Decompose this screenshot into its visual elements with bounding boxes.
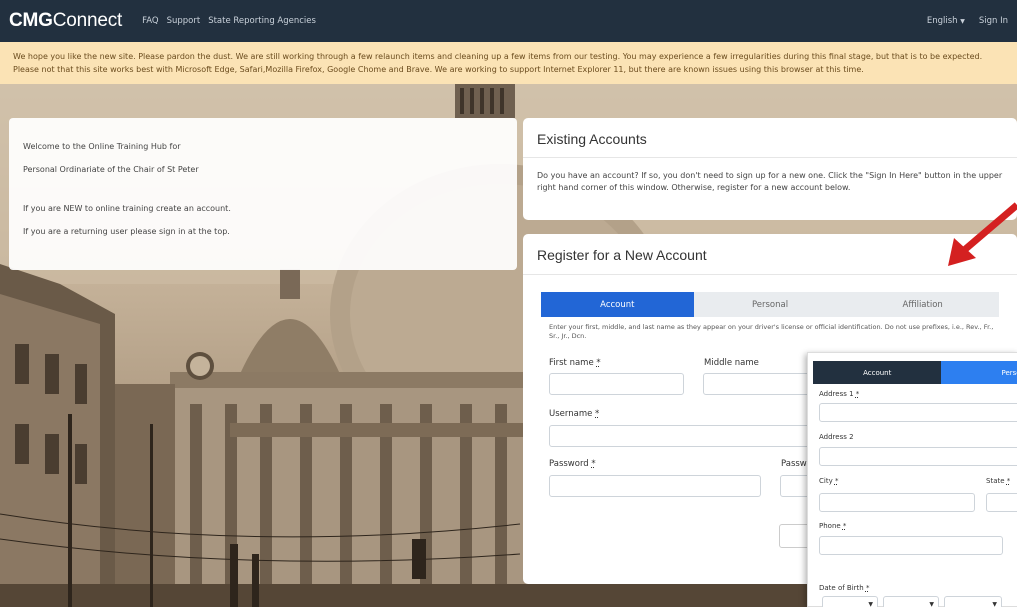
phone-label: Phone *: [819, 522, 847, 530]
password-label: Password *: [549, 459, 596, 469]
tab-affiliation[interactable]: Affiliation: [846, 292, 1000, 317]
welcome-line-2: Personal Ordinariate of the Chair of St …: [23, 165, 199, 174]
site-notice-banner: We hope you like the new site. Please pa…: [0, 42, 1017, 84]
brand-logo[interactable]: CMGConnect: [9, 10, 122, 32]
caret-down-icon: ▼: [868, 601, 873, 607]
address2-input[interactable]: [819, 447, 1017, 466]
welcome-line-4: If you are a returning user please sign …: [23, 227, 230, 236]
first-name-input[interactable]: [549, 373, 684, 395]
city-label: City *: [819, 477, 839, 485]
address1-label: Address 1 *: [819, 390, 860, 398]
tab-personal[interactable]: Personal: [693, 292, 847, 317]
name-instructions: Enter your first, middle, and last name …: [549, 323, 994, 340]
register-tabs: Account Personal Affiliation: [541, 292, 1000, 317]
caret-down-icon: ▼: [929, 601, 934, 607]
username-input[interactable]: [549, 425, 814, 447]
state-input[interactable]: [986, 493, 1017, 512]
personal-tab-preview: Account Person Address 1 * Address 2 Cit…: [807, 352, 1017, 607]
dob-label: Date of Birth *: [819, 584, 870, 592]
caret-down-icon: ▼: [992, 601, 997, 607]
preview-tabs: Account Person: [813, 361, 1017, 384]
welcome-line-3: If you are NEW to online training create…: [23, 204, 231, 213]
sign-in-link[interactable]: Sign In: [979, 16, 1008, 26]
city-input[interactable]: [819, 493, 975, 512]
preview-tab-account[interactable]: Account: [813, 361, 942, 384]
existing-accounts-title: Existing Accounts: [523, 118, 1017, 158]
middle-name-input[interactable]: [703, 373, 813, 395]
existing-accounts-text: Do you have an account? If so, you don't…: [537, 171, 1003, 192]
nav-link-support[interactable]: Support: [167, 16, 201, 26]
dob-day-select[interactable]: ▼: [883, 596, 939, 607]
address2-label: Address 2: [819, 433, 854, 441]
state-label: State *: [986, 477, 1011, 485]
username-label: Username *: [549, 409, 600, 419]
tab-account[interactable]: Account: [541, 292, 694, 317]
dob-month-select[interactable]: ▼: [822, 596, 878, 607]
caret-down-icon: ▼: [960, 18, 965, 25]
phone-input[interactable]: [819, 536, 1003, 555]
welcome-line-1: Welcome to the Online Training Hub for: [23, 142, 181, 151]
nav-link-faq[interactable]: FAQ: [142, 16, 158, 26]
red-arrow-icon: [948, 202, 1017, 266]
language-dropdown[interactable]: English ▼: [927, 16, 965, 26]
password-input[interactable]: [549, 475, 761, 497]
address1-input[interactable]: [819, 403, 1017, 422]
first-name-label: First name *: [549, 358, 601, 368]
nav-link-state-reporting[interactable]: State Reporting Agencies: [208, 16, 316, 26]
preview-tab-personal[interactable]: Person: [941, 361, 1017, 384]
dob-year-select[interactable]: ▼: [944, 596, 1002, 607]
top-navbar: CMGConnect FAQ Support State Reporting A…: [0, 0, 1017, 42]
middle-name-label: Middle name: [704, 358, 759, 368]
welcome-panel: Welcome to the Online Training Hub for P…: [9, 118, 517, 270]
